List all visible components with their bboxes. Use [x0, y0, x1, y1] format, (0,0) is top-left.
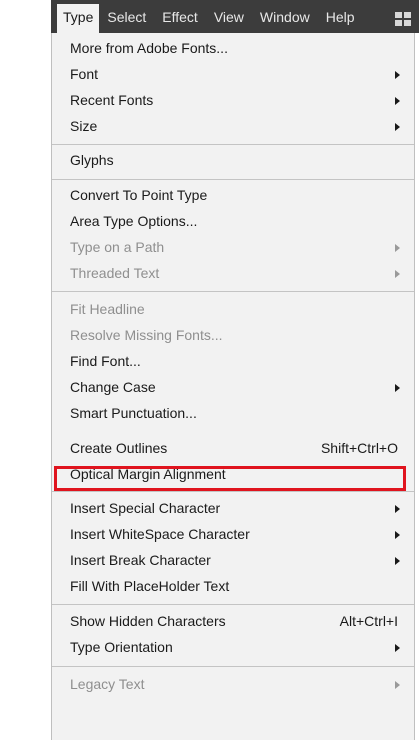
- menu-item-change-case[interactable]: Change Case: [52, 376, 414, 400]
- submenu-arrow-icon: [395, 505, 400, 513]
- submenu-arrow-icon: [395, 531, 400, 539]
- shortcut-show-hidden-characters: Alt+Ctrl+I: [339, 613, 398, 629]
- menu-effect[interactable]: Effect: [154, 4, 206, 33]
- menu-item-size[interactable]: Size: [52, 115, 414, 139]
- menu-bar: Type Select Effect View Window Help: [51, 0, 419, 33]
- workspace-switcher-icon[interactable]: [395, 4, 411, 33]
- menu-separator: [52, 179, 414, 180]
- menu-separator: [52, 291, 414, 292]
- menu-item-threaded-text: Threaded Text: [52, 262, 414, 286]
- submenu-arrow-icon: [395, 244, 400, 252]
- menu-window[interactable]: Window: [252, 4, 318, 33]
- submenu-arrow-icon: [395, 384, 400, 392]
- menu-item-smart-punctuation[interactable]: Smart Punctuation...: [52, 402, 414, 426]
- menu-item-type-orientation[interactable]: Type Orientation: [52, 636, 414, 660]
- menu-item-recent-fonts[interactable]: Recent Fonts: [52, 89, 414, 113]
- menu-help[interactable]: Help: [318, 4, 363, 33]
- menu-item-insert-break-character[interactable]: Insert Break Character: [52, 549, 414, 573]
- highlight-box: [54, 466, 406, 491]
- submenu-arrow-icon: [395, 97, 400, 105]
- submenu-arrow-icon: [395, 71, 400, 79]
- submenu-arrow-icon: [395, 123, 400, 131]
- menu-item-resolve-missing-fonts: Resolve Missing Fonts...: [70, 327, 223, 343]
- background-strip: [0, 0, 51, 740]
- menu-separator: [52, 491, 414, 492]
- menu-item-font[interactable]: Font: [52, 63, 414, 87]
- menu-type[interactable]: Type: [57, 4, 100, 33]
- menu-item-fill-with-placeholder-text[interactable]: Fill With PlaceHolder Text: [52, 575, 414, 599]
- shortcut-create-outlines: Shift+Ctrl+O: [320, 440, 398, 456]
- type-menu-dropdown: More from Adobe Fonts... Font Recent Fon…: [51, 33, 415, 740]
- menu-view[interactable]: View: [206, 4, 252, 33]
- submenu-arrow-icon: [395, 644, 400, 652]
- menu-item-area-type-options[interactable]: Area Type Options...: [52, 210, 414, 234]
- menu-separator: [52, 144, 414, 145]
- menu-separator: [52, 604, 414, 605]
- menu-item-legacy-text: Legacy Text: [52, 673, 414, 697]
- menu-select[interactable]: Select: [99, 4, 154, 33]
- menu-item-create-outlines[interactable]: Create Outlines Shift+Ctrl+O: [52, 437, 414, 461]
- submenu-arrow-icon: [395, 681, 400, 689]
- menu-item-type-on-a-path: Type on a Path: [52, 236, 414, 260]
- menu-item-more-from-adobe-fonts[interactable]: More from Adobe Fonts...: [52, 37, 414, 61]
- menu-separator: [52, 666, 414, 667]
- menu-item-insert-special-character[interactable]: Insert Special Character: [52, 497, 414, 521]
- menu-item-show-hidden-characters[interactable]: Show Hidden Characters Alt+Ctrl+I: [52, 610, 414, 634]
- menu-item-find-font[interactable]: Find Font...: [52, 350, 414, 374]
- submenu-arrow-icon: [395, 557, 400, 565]
- menu-item-insert-whitespace-character[interactable]: Insert WhiteSpace Character: [52, 523, 414, 547]
- menu-item-convert-to-point-type[interactable]: Convert To Point Type: [52, 184, 414, 208]
- menu-item-glyphs[interactable]: Glyphs: [52, 149, 414, 173]
- submenu-arrow-icon: [395, 270, 400, 278]
- menu-item-fit-headline: Fit Headline: [70, 301, 145, 317]
